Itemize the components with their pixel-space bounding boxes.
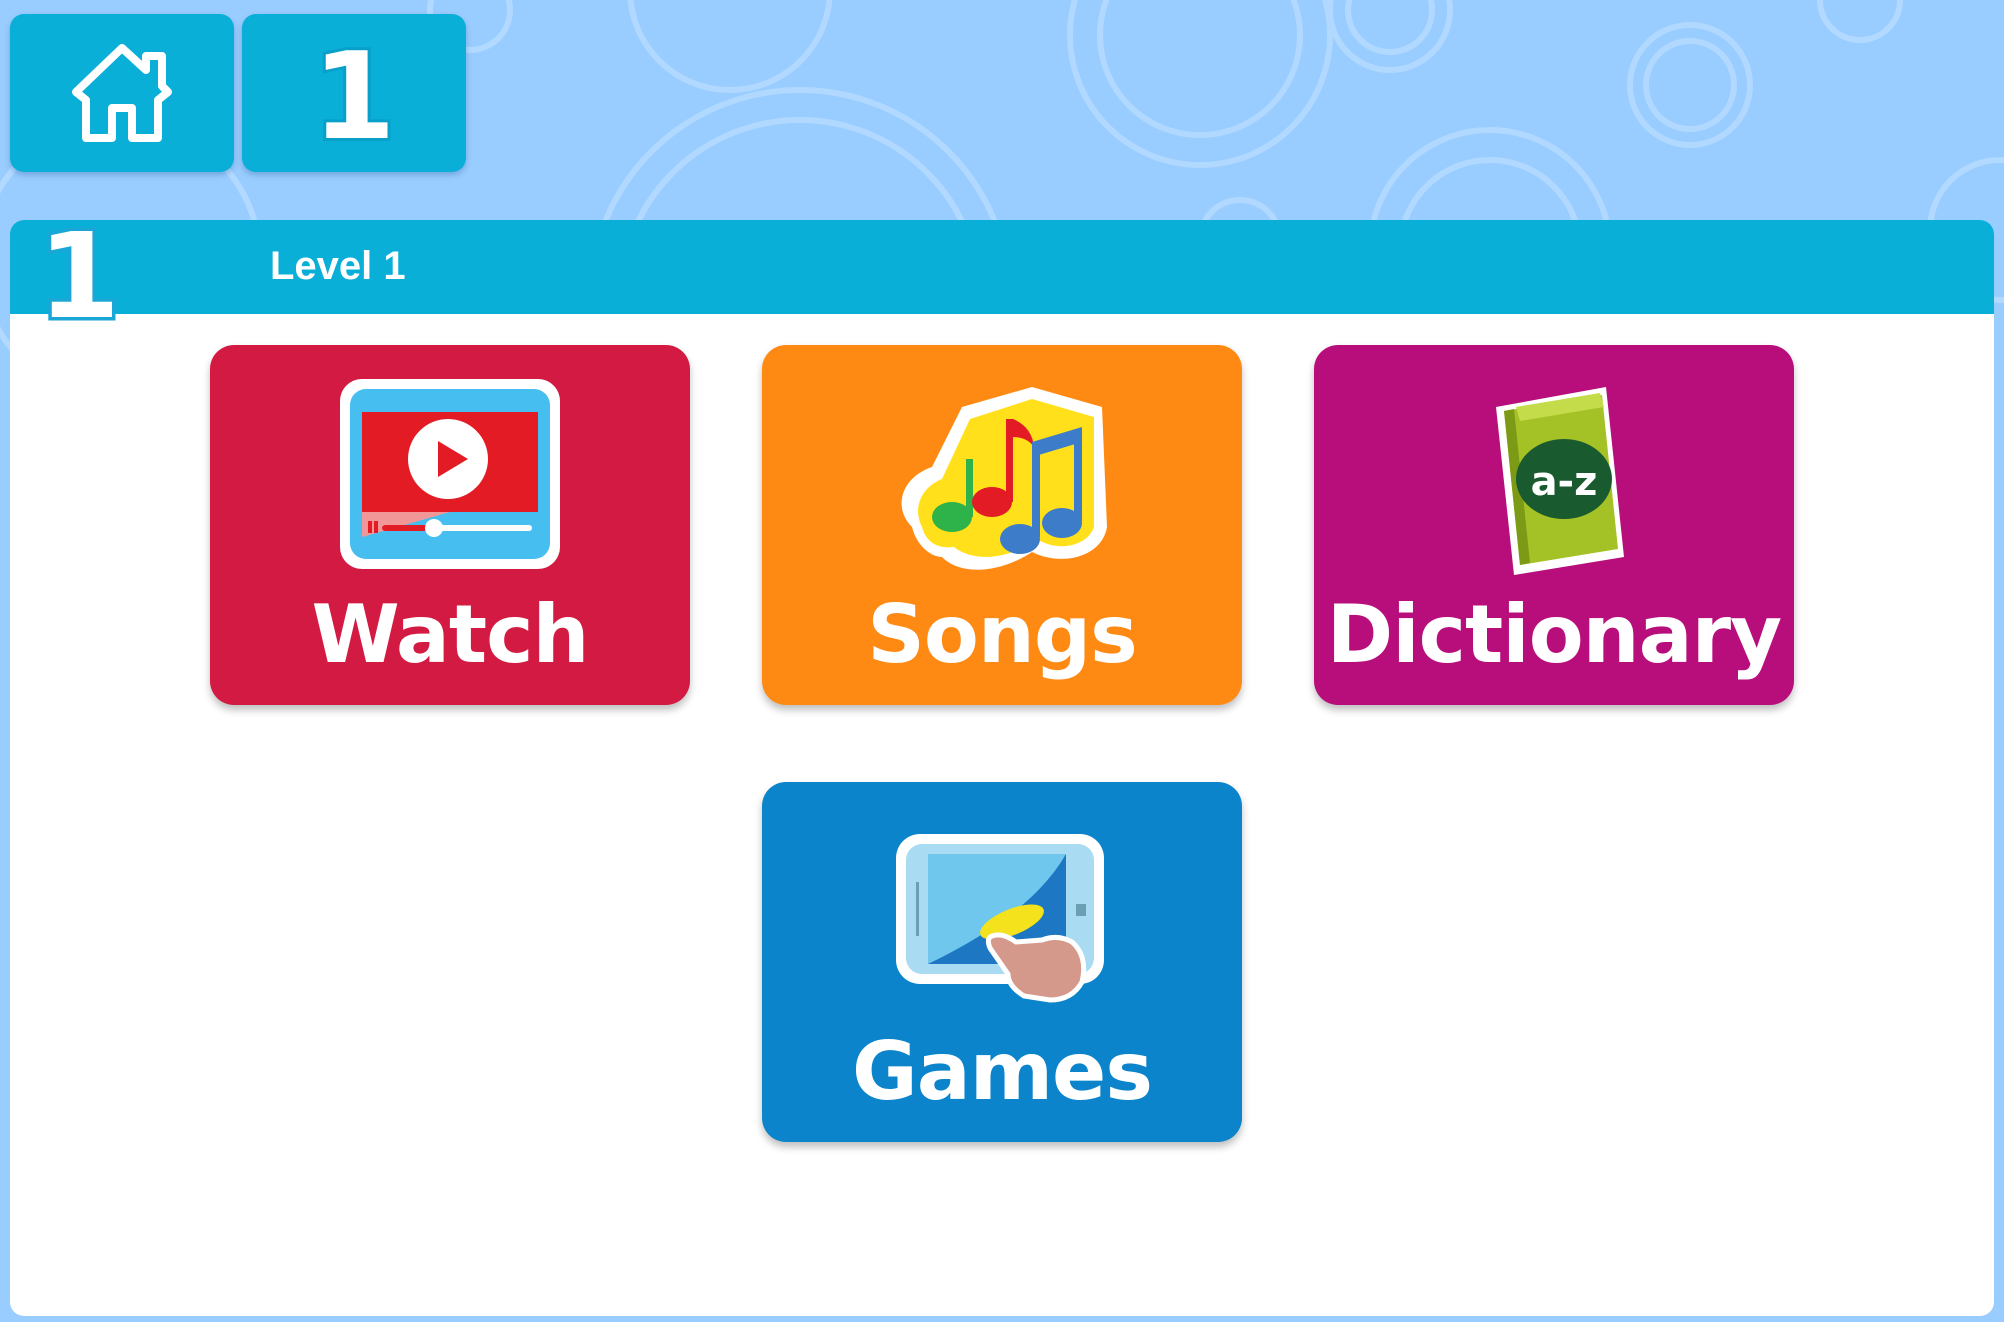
home-icon xyxy=(72,44,172,142)
dictionary-label: Dictionary xyxy=(1326,588,1782,681)
music-notes-icon xyxy=(901,387,1107,570)
watch-tile[interactable]: Watch xyxy=(210,345,690,705)
svg-text:a-z: a-z xyxy=(1531,459,1598,505)
video-player-icon xyxy=(340,379,560,569)
level-button[interactable]: 1 xyxy=(242,14,466,172)
level-header-badge: 1 xyxy=(36,205,122,335)
games-label: Games xyxy=(852,1025,1153,1118)
dictionary-tile[interactable]: a-z Dictionary xyxy=(1314,345,1794,705)
level-number-badge: 1 xyxy=(309,28,399,158)
games-tile[interactable]: Games xyxy=(762,782,1242,1142)
level-panel: Level 1 Watch Songs a-z Dictionary Games xyxy=(10,220,1994,1316)
songs-tile[interactable]: Songs xyxy=(762,345,1242,705)
svg-text:1: 1 xyxy=(312,28,396,158)
songs-label: Songs xyxy=(867,588,1137,681)
tablet-touch-icon xyxy=(896,834,1104,1003)
page-title: Level 1 xyxy=(270,244,406,288)
book-icon: a-z xyxy=(1496,387,1624,575)
home-button[interactable] xyxy=(10,14,234,172)
watch-label: Watch xyxy=(311,588,590,681)
svg-text:1: 1 xyxy=(38,207,120,335)
